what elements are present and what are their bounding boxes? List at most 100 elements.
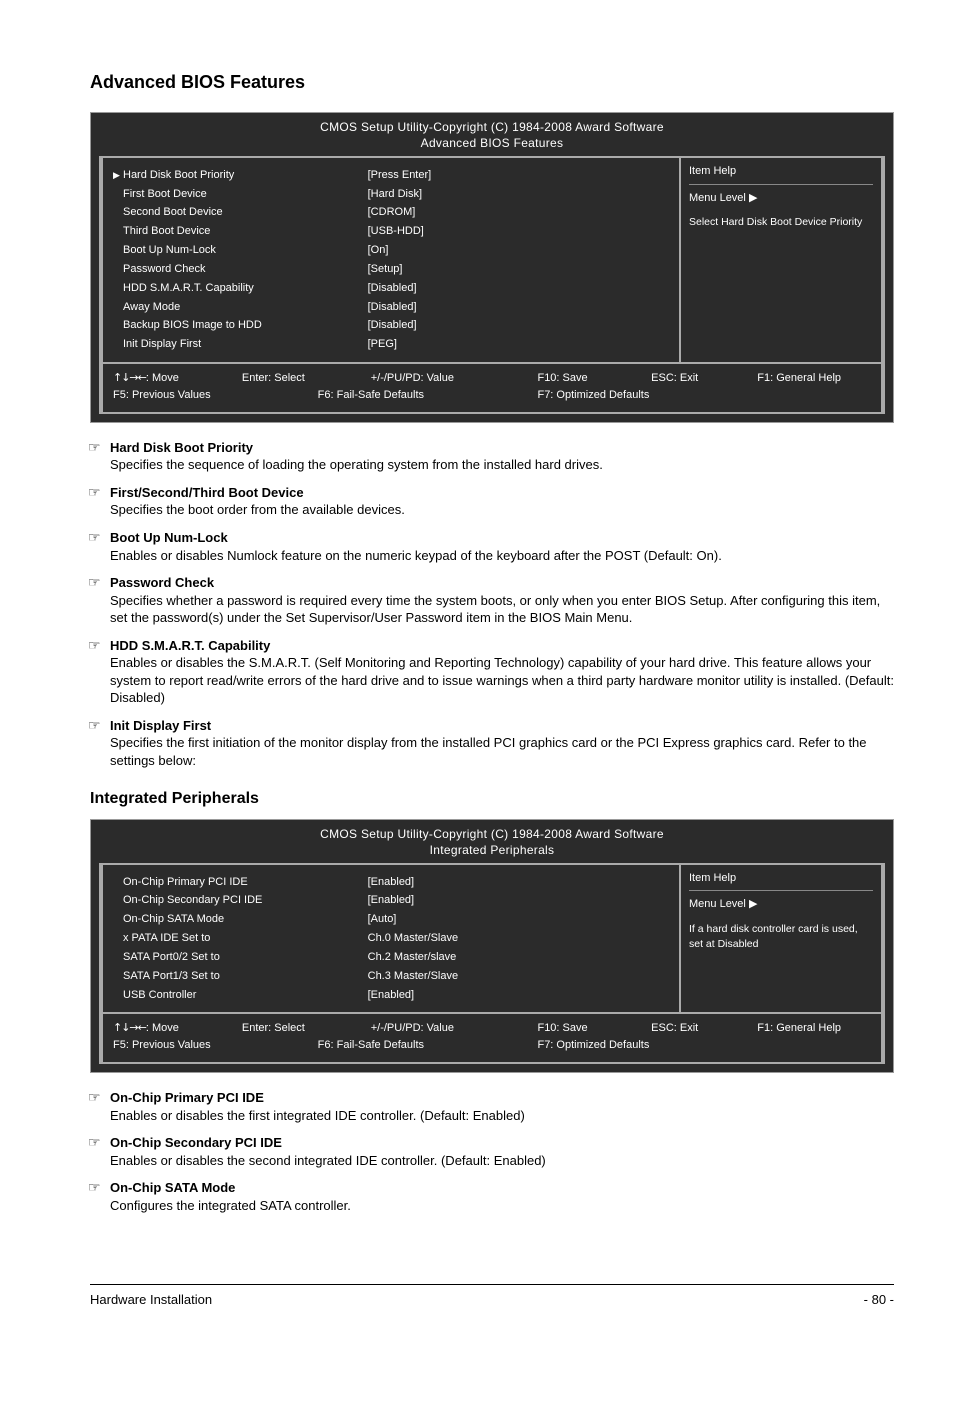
bios-row-first-boot[interactable]: First Boot Device [Hard Disk] — [113, 185, 669, 204]
row-label: HDD S.M.A.R.T. Capability — [123, 281, 368, 296]
bios-title: CMOS Setup Utility-Copyright (C) 1984-20… — [91, 113, 893, 155]
spacer — [113, 969, 123, 984]
bios-left-pane: On-Chip Primary PCI IDE [Enabled] On-Chi… — [103, 865, 681, 1013]
row-value: [Disabled] — [368, 281, 669, 296]
bios-row-usb-controller[interactable]: USB Controller [Enabled] — [113, 986, 669, 1005]
bios-row-third-boot[interactable]: Third Boot Device [USB-HDD] — [113, 222, 669, 241]
row-label: Second Boot Device — [123, 205, 368, 220]
bullet-body: Enables or disables Numlock feature on t… — [110, 548, 722, 563]
row-value: [On] — [368, 243, 669, 258]
hand-right-icon: ☞ — [88, 484, 110, 519]
spacer — [113, 318, 123, 333]
bullet-lead: On-Chip Primary PCI IDE — [110, 1090, 264, 1105]
bullet-numlock: ☞ Boot Up Num-LockEnables or disables Nu… — [88, 529, 894, 564]
bios-screen-advanced: CMOS Setup Utility-Copyright (C) 1984-20… — [90, 112, 894, 423]
help-title: Item Help — [689, 164, 873, 185]
row-label: x PATA IDE Set to — [123, 931, 368, 946]
bios-section-title: Advanced BIOS Features — [91, 135, 893, 151]
bios-help-pane: Item Help Menu Level ▶ If a hard disk co… — [681, 865, 881, 1013]
bullet-text: First/Second/Third Boot Device Specifies … — [110, 484, 894, 519]
hand-right-icon: ☞ — [88, 637, 110, 707]
spacer — [113, 262, 123, 277]
footer-optimized: F7: Optimized Defaults — [537, 1037, 764, 1054]
bios-row-primary-ide[interactable]: On-Chip Primary PCI IDE [Enabled] — [113, 873, 669, 892]
footer-failsafe: F6: Fail-Safe Defaults — [318, 387, 538, 404]
footer-move-label: : Move — [146, 1022, 179, 1034]
bios-row-backup-bios[interactable]: Backup BIOS Image to HDD [Disabled] — [113, 316, 669, 335]
bullet-body: Enables or disables the S.M.A.R.T. (Self… — [110, 655, 894, 705]
bios-row-sata-port13[interactable]: SATA Port1/3 Set to Ch.3 Master/Slave — [113, 967, 669, 986]
row-value: [Enabled] — [368, 988, 669, 1003]
bios-row-smart[interactable]: HDD S.M.A.R.T. Capability [Disabled] — [113, 279, 669, 298]
bios-row-second-boot[interactable]: Second Boot Device [CDROM] — [113, 203, 669, 222]
bullet-text: On-Chip Primary PCI IDEEnables or disabl… — [110, 1089, 894, 1124]
hand-right-icon: ☞ — [88, 1089, 110, 1124]
row-label: Init Display First — [123, 337, 368, 352]
spacer — [113, 224, 123, 239]
row-label: On-Chip SATA Mode — [123, 912, 368, 927]
row-label: Boot Up Num-Lock — [123, 243, 368, 258]
bios-row-sata-mode[interactable]: On-Chip SATA Mode [Auto] — [113, 910, 669, 929]
row-value: Ch.3 Master/Slave — [368, 969, 669, 984]
spacer — [113, 205, 123, 220]
spacer — [113, 187, 123, 202]
spacer — [113, 337, 123, 352]
row-value: [USB-HDD] — [368, 224, 669, 239]
row-label: USB Controller — [123, 988, 368, 1003]
bullet-lead: First/Second/Third Boot Device — [110, 485, 304, 500]
bios-row-away-mode[interactable]: Away Mode [Disabled] — [113, 298, 669, 317]
footer-prev: F5: Previous Values — [113, 1037, 318, 1054]
bios-row-secondary-ide[interactable]: On-Chip Secondary PCI IDE [Enabled] — [113, 891, 669, 910]
row-value: [Disabled] — [368, 318, 669, 333]
bullet-body: Specifies the boot order from the availa… — [110, 502, 405, 517]
bios-footer: ↑↓→←: Move Enter: Select +/-/PU/PD: Valu… — [99, 1014, 885, 1064]
arrows-icon: ↑↓→← — [113, 1021, 146, 1034]
help-body: If a hard disk controller card is used, … — [689, 922, 873, 951]
bullet-sata-mode: ☞ On-Chip SATA ModeConfigures the integr… — [88, 1179, 894, 1214]
bios-row-hdd-boot-priority[interactable]: ▶ Hard Disk Boot Priority [Press Enter] — [113, 166, 669, 185]
bios-row-pata-ide[interactable]: x PATA IDE Set to Ch.0 Master/Slave — [113, 929, 669, 948]
row-label: On-Chip Secondary PCI IDE — [123, 893, 368, 908]
arrow-right-icon: ▶ — [749, 898, 757, 910]
row-label: SATA Port1/3 Set to — [123, 969, 368, 984]
row-value: [Setup] — [368, 262, 669, 277]
bios-row-numlock[interactable]: Boot Up Num-Lock [On] — [113, 241, 669, 260]
footer-optimized: F7: Optimized Defaults — [537, 387, 764, 404]
spacer — [113, 988, 123, 1003]
bullet-body: Specifies the first initiation of the mo… — [110, 735, 867, 768]
row-label: On-Chip Primary PCI IDE — [123, 875, 368, 890]
footer-move: ↑↓→←: Move — [113, 1020, 242, 1037]
row-value: [CDROM] — [368, 205, 669, 220]
bios-row-init-display[interactable]: Init Display First [PEG] — [113, 335, 669, 354]
bullet-text: Boot Up Num-LockEnables or disables Numl… — [110, 529, 894, 564]
help-menu-level-label: Menu Level — [689, 898, 746, 910]
spacer — [113, 950, 123, 965]
bios-body: On-Chip Primary PCI IDE [Enabled] On-Chi… — [99, 863, 885, 1015]
footer-value: +/-/PU/PD: Value — [371, 1020, 538, 1037]
page-title: Advanced BIOS Features — [90, 70, 894, 94]
spacer — [113, 893, 123, 908]
bullet-hdd-boot-priority: ☞ Hard Disk Boot PrioritySpecifies the s… — [88, 439, 894, 474]
hand-right-icon: ☞ — [88, 1134, 110, 1169]
row-value: Ch.0 Master/Slave — [368, 931, 669, 946]
footer-save: F10: Save — [537, 1020, 651, 1037]
row-label: Away Mode — [123, 300, 368, 315]
bios-row-sata-port02[interactable]: SATA Port0/2 Set to Ch.2 Master/slave — [113, 948, 669, 967]
footer-help: F1: General Help — [757, 370, 871, 387]
bullet-lead: On-Chip SATA Mode — [110, 1180, 235, 1195]
row-value: Ch.2 Master/slave — [368, 950, 669, 965]
help-menu-level: Menu Level ▶ — [689, 897, 873, 912]
row-label: Backup BIOS Image to HDD — [123, 318, 368, 333]
row-label: Third Boot Device — [123, 224, 368, 239]
footer-failsafe: F6: Fail-Safe Defaults — [318, 1037, 538, 1054]
bullet-text: HDD S.M.A.R.T. CapabilityEnables or disa… — [110, 637, 894, 707]
bullet-lead: Password Check — [110, 575, 214, 590]
help-body: Select Hard Disk Boot Device Priority — [689, 215, 873, 230]
bios-title: CMOS Setup Utility-Copyright (C) 1984-20… — [91, 820, 893, 862]
bios-screen-integrated: CMOS Setup Utility-Copyright (C) 1984-20… — [90, 819, 894, 1073]
spacer — [113, 281, 123, 296]
row-label: First Boot Device — [123, 187, 368, 202]
bios-row-password-check[interactable]: Password Check [Setup] — [113, 260, 669, 279]
bios-utility-title: CMOS Setup Utility-Copyright (C) 1984-20… — [91, 826, 893, 842]
bullet-text: Hard Disk Boot PrioritySpecifies the seq… — [110, 439, 894, 474]
